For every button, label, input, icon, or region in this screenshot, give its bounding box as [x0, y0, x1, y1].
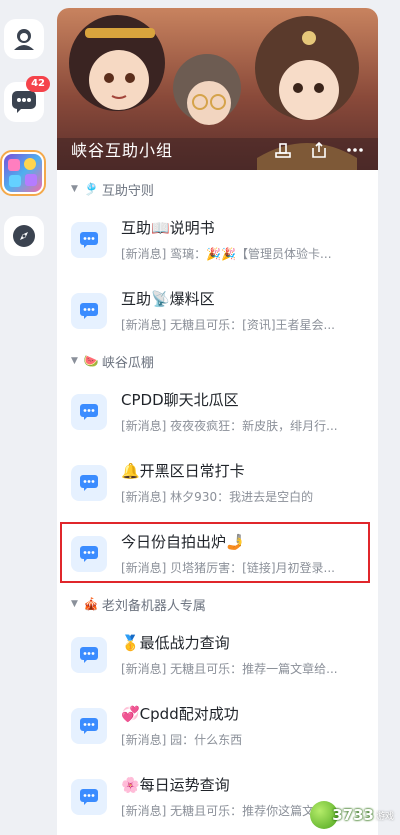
profile-button[interactable]	[4, 19, 44, 59]
left-rail: 42	[0, 0, 52, 835]
text-channel-icon	[71, 535, 107, 572]
group-title: 老刘备机器人专属	[101, 598, 206, 614]
member-button[interactable]	[272, 139, 294, 161]
channel-name: 互助📡爆料区	[121, 289, 215, 308]
caret-down-icon: ▼	[71, 599, 78, 609]
share-button[interactable]	[308, 139, 330, 161]
group-emoji: 🎐	[83, 182, 99, 196]
group-emoji: 🍉	[83, 354, 99, 368]
channel-name: 💞Cpdd配对成功	[121, 704, 239, 723]
group-title: 互助守则	[101, 183, 154, 199]
text-channel-icon	[71, 221, 107, 258]
guild-title: 峡谷互助小组	[71, 141, 174, 160]
site-watermark: 3733 游戏	[310, 801, 394, 829]
banner-actions	[272, 139, 366, 161]
channel-item-highlighted[interactable]: 今日份自拍出炉🤳 [新消息] 贝塔猪厉害：[链接]月初登录...	[57, 518, 378, 589]
unread-badge: 42	[26, 76, 50, 92]
channel-item[interactable]: 🥇最低战力查询 [新消息] 无糖且可乐：推荐一篇文章给...	[57, 619, 378, 690]
channel-item[interactable]: CPDD聊天北瓜区 [新消息] 夜夜夜疯狂：新皮肤，绯月行...	[57, 376, 378, 447]
channel-preview: [新消息] 林夕930：我进去是空白的	[121, 489, 314, 504]
guild-banner: 峡谷互助小组	[57, 8, 378, 170]
text-channel-icon	[71, 778, 107, 815]
channel-preview: [新消息] 无糖且可乐：推荐你这篇文章	[121, 803, 327, 818]
channel-item[interactable]: 💞Cpdd配对成功 [新消息] 园：什么东西	[57, 690, 378, 761]
channel-name: CPDD聊天北瓜区	[121, 390, 239, 409]
discover-button[interactable]	[4, 216, 44, 256]
channel-preview: [新消息] 园：什么东西	[121, 732, 243, 747]
text-channel-icon	[71, 636, 107, 673]
guild-button-active[interactable]	[0, 150, 46, 196]
channel-group-header[interactable]: ▼ 🍉 峡谷瓜棚	[57, 346, 378, 376]
channel-item[interactable]: 互助📡爆料区 [新消息] 无糖且可乐：[资讯]王者星会...	[57, 275, 378, 346]
channel-preview: [新消息] 无糖且可乐：[资讯]王者星会...	[121, 317, 335, 332]
text-channel-icon	[71, 292, 107, 329]
channel-name: 🥇最低战力查询	[121, 633, 230, 652]
channel-name: 互助📖说明书	[121, 218, 215, 237]
channel-preview: [新消息] 无糖且可乐：推荐一篇文章给...	[121, 661, 338, 676]
compass-icon	[13, 225, 35, 247]
caret-down-icon: ▼	[71, 184, 78, 194]
channel-item[interactable]: 互助📖说明书 [新消息] 鸾璃：🎉🎉【管理员体验卡...	[57, 204, 378, 275]
group-title: 峡谷瓜棚	[101, 355, 154, 371]
member-icon	[275, 143, 291, 158]
text-channel-icon	[71, 707, 107, 744]
text-channel-icon	[71, 393, 107, 430]
more-icon	[347, 148, 363, 152]
text-channel-icon	[71, 464, 107, 501]
channel-preview: [新消息] 鸾璃：🎉🎉【管理员体验卡...	[121, 246, 332, 261]
more-button[interactable]	[344, 139, 366, 161]
channel-name: 🔔开黑区日常打卡	[121, 461, 245, 480]
channel-item[interactable]: 🔔开黑区日常打卡 [新消息] 林夕930：我进去是空白的	[57, 447, 378, 518]
chat-bubble-icon	[12, 91, 36, 113]
caret-down-icon: ▼	[71, 356, 78, 366]
watermark-text: 3733	[332, 806, 374, 824]
channel-preview: [新消息] 贝塔猪厉害：[链接]月初登录...	[121, 560, 335, 575]
watermark-subtext: 游戏	[375, 811, 394, 822]
group-emoji: 🎪	[83, 597, 99, 611]
user-icon	[14, 29, 34, 50]
channel-group-header[interactable]: ▼ 🎪 老刘备机器人专属	[57, 589, 378, 619]
messages-button[interactable]: 42	[4, 76, 50, 122]
channel-name: 今日份自拍出炉🤳	[121, 532, 245, 551]
channel-group-header[interactable]: ▼ 🎐 互助守则	[57, 174, 378, 204]
channel-panel: 峡谷互助小组 ▼ 🎐 互助守则 互助📖说明书 [新消息] 鸾璃：🎉🎉【管理员体验…	[57, 8, 378, 835]
share-icon	[312, 141, 326, 158]
channel-name: 🌸每日运势查询	[121, 775, 230, 794]
channel-preview: [新消息] 夜夜夜疯狂：新皮肤，绯月行...	[121, 418, 338, 433]
guild-avatar	[4, 154, 42, 192]
